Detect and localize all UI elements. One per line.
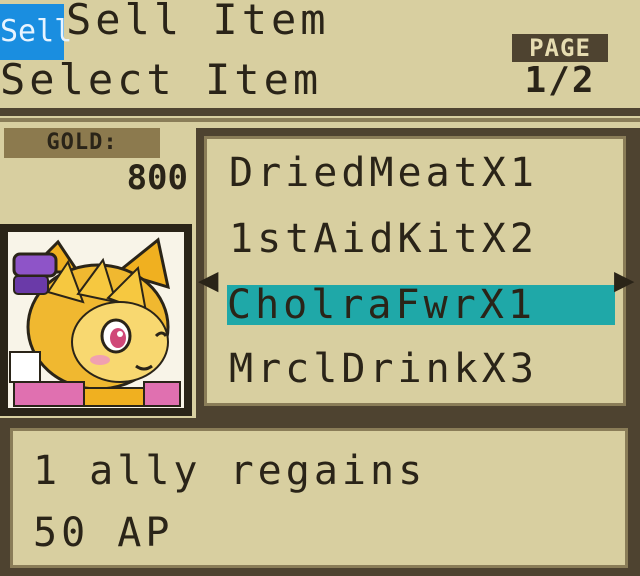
fox-girl-portrait-icon <box>6 230 186 410</box>
description-line-2: 50 AP <box>33 510 174 556</box>
character-portrait <box>0 224 192 416</box>
sell-mode-badge: Sell <box>0 4 72 60</box>
item-list: DriedMeatX1 1stAidKitX2 CholraFwrX1 Mrcl… <box>204 136 626 406</box>
gold-value: 800 <box>126 158 188 198</box>
gold-label: GOLD: <box>4 128 160 158</box>
scroll-left-arrow-icon[interactable]: ◀ <box>198 262 218 298</box>
scroll-right-arrow-icon[interactable]: ▶ <box>614 262 634 298</box>
page-label: PAGE <box>512 34 608 62</box>
header-divider-shadow <box>0 118 640 122</box>
item-row-cholra-fwr-selected[interactable]: CholraFwrX1 <box>227 285 615 325</box>
screen-title: Sell Item <box>66 0 330 44</box>
header-panel: Sell Sell Item Select Item PAGE 1/2 <box>0 0 640 112</box>
item-row-dried-meat[interactable]: DriedMeatX1 <box>229 153 619 193</box>
portrait-art <box>9 237 181 407</box>
item-row-first-aid-kit[interactable]: 1stAidKitX2 <box>229 219 619 259</box>
item-row-mrcl-drink[interactable]: MrclDrinkX3 <box>229 349 619 389</box>
description-box: 1 ally regains 50 AP <box>10 428 628 568</box>
description-panel: 1 ally regains 50 AP <box>0 418 640 576</box>
page-indicator: 1/2 <box>524 60 596 101</box>
header-divider <box>0 108 640 116</box>
item-list-panel: DriedMeatX1 1stAidKitX2 CholraFwrX1 Mrcl… <box>196 128 640 418</box>
screen-subtitle: Select Item <box>0 55 323 104</box>
description-line-1: 1 ally regains <box>33 448 427 494</box>
